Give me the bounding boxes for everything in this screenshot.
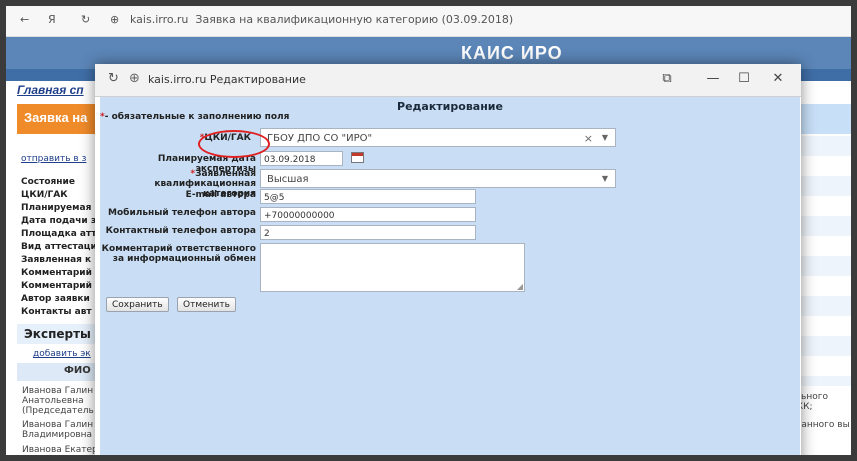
edit-popup-window: ↻ ⊕ kais.irro.ru Редактирование ⧉ — ☐ ✕ … (95, 64, 801, 455)
cancel-button[interactable]: Отменить (177, 297, 236, 312)
contact-phone-field[interactable]: 2 (260, 225, 476, 240)
edit-form: Редактирование *- обязательные к заполне… (100, 97, 800, 455)
clear-icon[interactable]: × (584, 132, 593, 145)
site-brand: КАИС ИРО (461, 43, 563, 63)
background-browser-bar: ← Я ↻ ⊕ kais.irro.ru Заявка на квалифика… (6, 6, 851, 37)
field-label: Площадка атт (21, 229, 97, 239)
email-field[interactable]: 5@5 (260, 189, 476, 204)
field-label: Вид аттестаци (21, 242, 97, 252)
experts-title: Эксперты (24, 327, 91, 341)
globe-icon: ⊕ (129, 71, 140, 86)
field-label: Дата подачи з (21, 216, 97, 226)
category-value: Высшая (267, 174, 309, 185)
expert-name: Анатольевна (22, 396, 84, 406)
required-note: *- обязательные к заполнению поля (100, 112, 290, 122)
send-link[interactable]: отправить в з (21, 154, 86, 164)
field-label: Заявленная к (21, 255, 92, 265)
cki-select[interactable]: ГБОУ ДПО СО "ИРО" × ▼ (260, 128, 616, 147)
cki-value: ГБОУ ДПО СО "ИРО" (267, 133, 373, 144)
comment-label: Комментарий ответственного за информацио… (101, 244, 256, 264)
forward-icon[interactable]: Я (48, 13, 56, 26)
add-expert-link[interactable]: добавить эк (33, 349, 97, 359)
comment-textarea[interactable]: ◢ (260, 243, 525, 292)
background-url[interactable]: kais.irro.ru Заявка на квалификационную … (130, 13, 513, 26)
field-label: ЦКИ/ГАК (21, 190, 68, 200)
field-label: Автор заявки (21, 294, 90, 304)
screen: ← Я ↻ ⊕ kais.irro.ru Заявка на квалифика… (6, 6, 851, 455)
save-button[interactable]: Сохранить (106, 297, 169, 312)
cki-label: *ЦКИ/ГАК (199, 133, 251, 143)
globe-icon: ⊕ (110, 13, 120, 26)
reload-icon[interactable]: ↻ (81, 13, 90, 26)
fio-column-header: ФИО (64, 365, 91, 376)
reload-icon[interactable]: ↻ (108, 71, 119, 86)
expert-row: Иванова Екатер (22, 445, 100, 455)
field-label: Комментарий (21, 268, 92, 278)
back-icon[interactable]: ← (20, 13, 29, 26)
expert-name: Иванова Екатер (22, 445, 98, 455)
contact-label: Контактный телефон автора (105, 226, 256, 236)
calendar-icon[interactable] (351, 152, 364, 163)
close-button[interactable]: ✕ (766, 71, 790, 86)
field-label: Комментарий (21, 281, 92, 291)
expert-role: (Председатель (22, 406, 94, 416)
popup-title-bar: ↻ ⊕ kais.irro.ru Редактирование ⧉ — ☐ ✕ (95, 64, 801, 97)
chevron-down-icon[interactable]: ▼ (602, 133, 608, 142)
mobile-label: Мобильный телефон автора (108, 208, 256, 218)
expert-name: Владимировна (22, 430, 93, 440)
main-page-link[interactable]: Главная сп (17, 83, 84, 97)
field-label: Планируемая (21, 203, 92, 213)
minimize-button[interactable]: — (701, 71, 725, 86)
expertise-date-input[interactable]: 03.09.2018 (260, 151, 343, 166)
mobile-phone-field[interactable]: +70000000000 (260, 207, 476, 222)
expert-row: Иванова Галин Анатольевна (Председатель (22, 386, 100, 416)
application-title: Заявка на (24, 110, 88, 125)
restore-icon[interactable]: ⧉ (655, 71, 679, 86)
category-select[interactable]: Высшая ▼ (260, 169, 616, 188)
field-label: Состояние (21, 177, 75, 187)
email-label: E-mail автора (185, 190, 256, 200)
field-label: Контакты авт (21, 307, 92, 317)
popup-address[interactable]: kais.irro.ru Редактирование (148, 73, 306, 86)
expert-name: Иванова Галин (22, 386, 94, 396)
maximize-button[interactable]: ☐ (732, 71, 756, 86)
resize-grip-icon[interactable]: ◢ (517, 282, 523, 291)
chevron-down-icon[interactable]: ▼ (602, 174, 608, 183)
expert-name: Иванова Галин (22, 420, 94, 430)
expert-row: Иванова Галин Владимировна (22, 420, 100, 440)
